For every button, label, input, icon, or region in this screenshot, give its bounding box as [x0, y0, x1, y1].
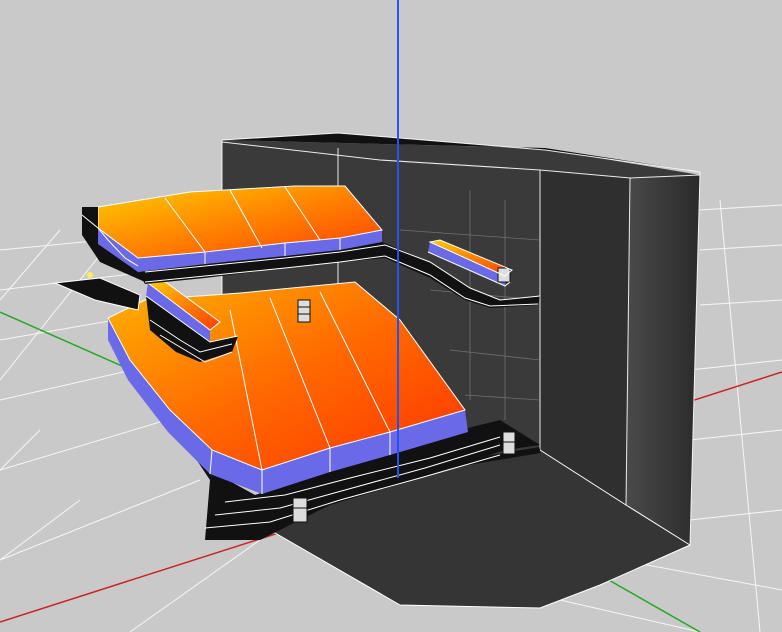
selection-marker[interactable]	[87, 272, 93, 278]
left-platform	[53, 277, 141, 311]
3d-viewport[interactable]	[0, 0, 782, 632]
scene-canvas[interactable]	[0, 0, 782, 632]
stage-speaker-right[interactable]	[502, 431, 516, 455]
stage-speaker-left[interactable]	[292, 497, 308, 523]
mixing-booth[interactable]	[297, 299, 311, 323]
y-axis-line-back	[599, 574, 701, 632]
